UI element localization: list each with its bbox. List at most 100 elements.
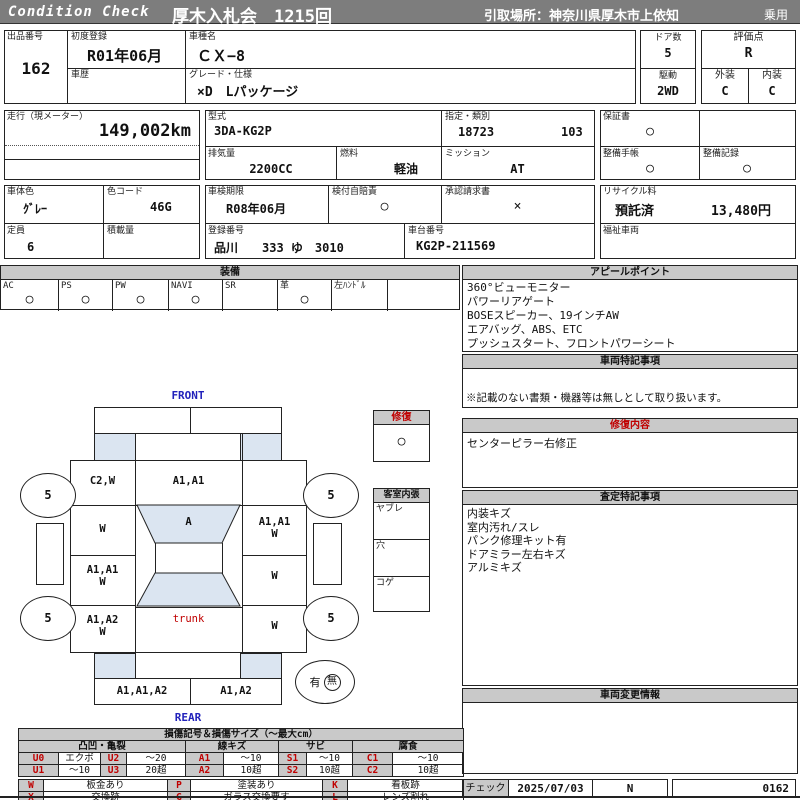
equip-cell-ps: PS ○: [59, 280, 113, 311]
capacity-value: 6: [27, 240, 34, 254]
appeal-line: BOSEスピーカー、19インチAW: [467, 309, 793, 323]
warranty-mark: ○: [601, 124, 699, 139]
panel-windshield: A: [135, 516, 242, 528]
panel-rear-bumper-right: A1,A2: [190, 685, 282, 697]
cabin-lining-title: 客室内張: [374, 489, 429, 503]
equip-cell-ac: AC ○: [1, 280, 59, 311]
legend-size: 〜10: [393, 753, 464, 765]
diagram-cowl-left: [94, 433, 136, 461]
equip-mark: ○: [1, 292, 58, 307]
legend-code: U3: [101, 765, 127, 777]
equipment-box: 装備 AC ○ PS ○ PW ○ NAVI ○ SR 革: [0, 265, 460, 310]
score-value: R: [702, 46, 795, 61]
maintenance-record-label: 整備記録: [701, 148, 741, 160]
equip-label: [388, 280, 459, 282]
class-label: 指定・類別: [443, 111, 492, 123]
fuel-value: 軽油: [394, 160, 418, 177]
legend-mark-desc: 板金あり: [44, 780, 168, 792]
tire-front-left: 5: [20, 473, 76, 518]
model-name: ＣＸ−8: [197, 45, 245, 66]
brand-logo: Condition Check: [8, 4, 149, 20]
equip-mark: ○: [59, 292, 112, 307]
recycle-status: 預託済: [615, 200, 654, 219]
legend-mark-code: W: [19, 780, 44, 792]
header-bar: Condition Check 厚木入札会 1215回 引取場所：神奈川県厚木市…: [0, 0, 800, 24]
vehicle-notes-box: 車両特記事項 ※記載のない書類・機器等は無しとして取り扱います。: [462, 354, 798, 408]
cabin-row-tear: ヤブレ: [374, 503, 429, 540]
repair-details-title: 修復内容: [463, 419, 797, 433]
cabin-row-hole: 穴: [374, 540, 429, 577]
legend-title: 損傷記号＆損傷サイズ（〜最大cm）: [19, 729, 464, 741]
legend-size: 10超: [307, 765, 353, 777]
recycle-box: リサイクル料 預託済 13,480円 福祉車両: [600, 185, 796, 259]
diagram-rear-corner-right: [240, 653, 282, 679]
class-value-2: 103: [561, 125, 583, 139]
assessment-title: 査定特記事項: [463, 491, 797, 505]
change-info-title: 車両変更情報: [463, 689, 797, 703]
drive-label: 駆動: [641, 70, 695, 82]
appeal-line: プッシュスタート、フロントパワーシート: [467, 337, 793, 351]
equip-cell-extra: [388, 280, 459, 311]
panel-door-front-right: A1,A1 W: [242, 516, 307, 540]
legend-code: S2: [279, 765, 307, 777]
tire-rear-right: 5: [303, 596, 359, 641]
appeal-points-box: アピールポイント 360°ビューモニター パワーリアゲート BOSEスピーカー、…: [462, 265, 798, 352]
assessment-line: 内装キズ: [467, 507, 793, 521]
legend-group-dent: 凸凹・亀裂: [19, 741, 186, 753]
auction-condition-sheet: Condition Check 厚木入札会 1215回 引取場所：神奈川県厚木市…: [0, 0, 800, 800]
interior-label: 内装: [749, 70, 795, 82]
fuel-label: 燃料: [338, 148, 360, 160]
first-registration-label: 初度登録: [69, 31, 109, 43]
pickup-location: 引取場所：神奈川県厚木市上依知: [484, 5, 679, 24]
legend-size: 〜20: [127, 753, 186, 765]
legend-size: 〜10: [307, 753, 353, 765]
cabin-lining-box: 客室内張 ヤブレ 穴 コゲ: [373, 488, 430, 612]
score-box: 評価点 R 外装 C 内装 C: [701, 30, 796, 104]
panel-door-rear-right: W: [242, 570, 307, 582]
equip-label: PW: [113, 280, 168, 292]
repair-flag-box: 修復 ○: [373, 410, 430, 462]
equip-cell-sr: SR: [223, 280, 278, 311]
doors-drive-box: ドア数 5 駆動 2WD: [640, 30, 696, 104]
legend-size: 〜10: [224, 753, 279, 765]
chassis-number: KG2P-211569: [416, 239, 495, 253]
history-label: 車歴: [69, 69, 91, 81]
lot-number: 162: [5, 59, 67, 78]
doors-label: ドア数: [641, 32, 695, 44]
vehicle-id-box: 出品番号 162 初度登録 R01年06月 車歴 車種名 ＣＸ−8 グレード・仕…: [4, 30, 636, 104]
approval-label: 承認請求書: [443, 186, 492, 198]
chassis-label: 車台番号: [406, 225, 446, 237]
equip-mark: ○: [278, 292, 331, 307]
legend-code: U0: [19, 753, 59, 765]
panel-door-front-left: W: [70, 523, 135, 535]
spare-tire-indicator: 有 無: [295, 660, 355, 704]
check-flag: N: [593, 780, 667, 797]
legend-size: 20超: [127, 765, 186, 777]
body-color-label: 車体色: [5, 186, 36, 198]
legend-code: A2: [186, 765, 224, 777]
panel-trunk: trunk: [135, 613, 242, 625]
color-capacity-box: 車体色 ｸﾞﾚｰ 色コード 46G 定員 6 積載量: [4, 185, 200, 259]
cabin-row-label: 穴: [374, 540, 429, 552]
mission-value: AT: [441, 162, 594, 176]
legend-code: S1: [279, 753, 307, 765]
legend-mark-code: P: [168, 780, 191, 792]
equip-cell-pw: PW ○: [113, 280, 169, 311]
equip-label: 左ﾊﾝﾄﾞﾙ: [332, 280, 387, 292]
assessment-notes-box: 査定特記事項 内装キズ 室内汚れ/スレ パンク修理キット有 ドアミラー左右キズ …: [462, 490, 798, 686]
cabin-row-burn: コゲ: [374, 577, 429, 613]
cabin-row-label: ヤブレ: [374, 503, 429, 515]
mileage-value: 149,002km: [5, 121, 191, 141]
repair-details-line: センターピラー右修正: [463, 433, 797, 453]
diagram-cowl-right: [240, 433, 282, 461]
class-value-1: 18723: [458, 125, 494, 139]
maintenance-record-mark: ○: [699, 161, 795, 176]
legend-size: 〜10: [59, 765, 101, 777]
inspection-label: 車検期限: [206, 186, 246, 198]
check-date: 2025/07/03: [509, 780, 592, 797]
drive-value: 2WD: [641, 84, 695, 98]
auction-title: 厚木入札会 1215回: [172, 2, 332, 27]
welfare-label: 福祉車両: [601, 225, 641, 237]
cabin-row-label: コゲ: [374, 577, 429, 589]
maintenance-book-label: 整備手帳: [601, 148, 641, 160]
